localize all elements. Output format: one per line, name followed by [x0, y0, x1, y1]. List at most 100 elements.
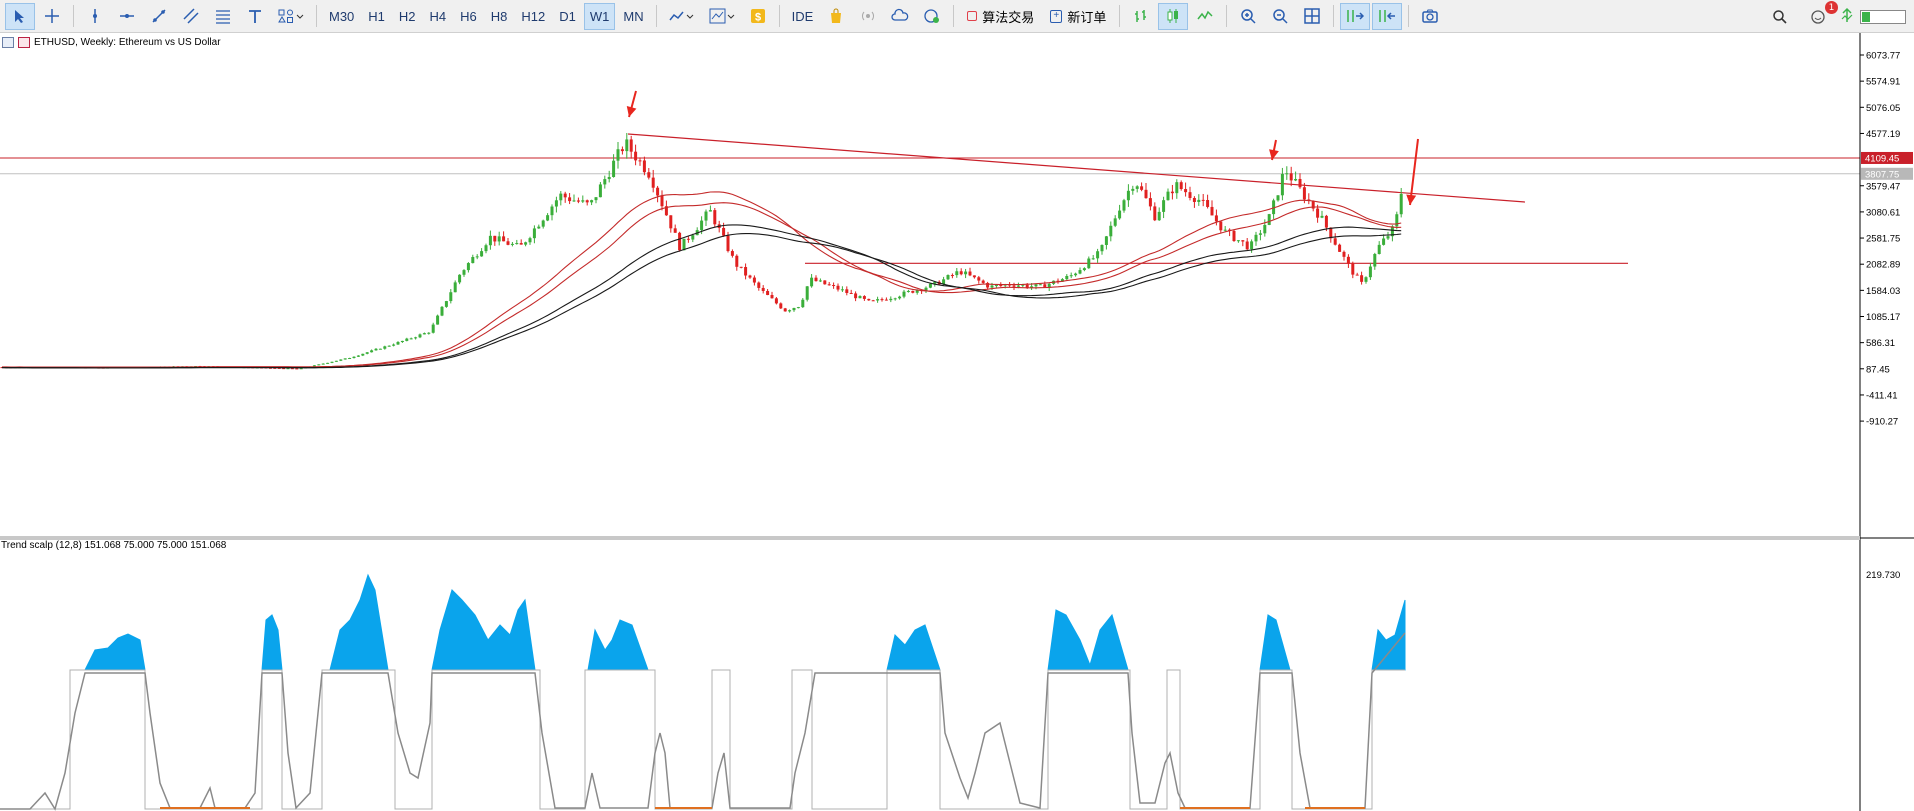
candle-body — [656, 187, 660, 196]
current-price-label: 3807.75 — [1865, 169, 1899, 180]
candle-body — [581, 200, 585, 202]
candle-body — [814, 277, 818, 282]
chart-shift-icon[interactable] — [1372, 2, 1403, 30]
channel-icon[interactable] — [176, 3, 206, 30]
horizontal-line-icon[interactable] — [112, 3, 142, 30]
candle-body — [590, 200, 594, 203]
indicator-histogram-area — [261, 614, 283, 671]
signal-icon[interactable] — [853, 3, 883, 30]
candle-body — [981, 280, 985, 283]
candle-body — [1091, 258, 1095, 260]
candle-body — [810, 277, 814, 287]
screenshot-icon[interactable] — [1415, 3, 1445, 30]
candle-body — [1316, 208, 1320, 218]
candle-body — [708, 210, 712, 212]
algo-trading-button[interactable]: 算法交易 — [960, 3, 1041, 30]
candle-body — [902, 291, 906, 297]
timeframe-w1[interactable]: W1 — [583, 2, 616, 30]
cursor-icon[interactable] — [5, 2, 35, 30]
price-chart-canvas[interactable]: 6073.77 5574.91 5076.05 4577.19 3579.47 3080.… — [0, 33, 1914, 811]
trendline-icon[interactable] — [144, 3, 174, 30]
candlestick-icon[interactable] — [1158, 2, 1189, 30]
chart-properties-icon[interactable] — [18, 37, 30, 48]
new-order-button[interactable]: + 新订单 — [1043, 3, 1113, 30]
candle-body — [563, 193, 567, 198]
candle-body — [898, 296, 902, 299]
candle-body — [317, 364, 321, 366]
candle-body — [383, 346, 387, 349]
timeframe-h8[interactable]: H8 — [485, 3, 514, 30]
vps-globe-icon[interactable] — [917, 3, 947, 30]
candle-body — [1342, 251, 1346, 257]
candle-body — [550, 206, 554, 216]
candle-body — [629, 139, 633, 152]
chart-window[interactable]: 6073.77 5574.91 5076.05 4577.19 3579.47 3080.… — [0, 33, 1914, 811]
candle-body — [616, 149, 620, 161]
candle-body — [1364, 277, 1368, 282]
price-label: 87.45 — [1866, 364, 1890, 375]
candle-body — [546, 215, 550, 221]
zoom-out-icon[interactable] — [1265, 3, 1295, 30]
autoscroll-icon[interactable] — [1340, 2, 1371, 30]
candle-body — [1126, 190, 1130, 201]
crosshair-icon[interactable] — [37, 3, 67, 30]
candle-body — [849, 292, 853, 294]
candle-body — [642, 160, 646, 173]
timeframe-h4[interactable]: H4 — [424, 3, 453, 30]
timeframe-mn[interactable]: MN — [617, 3, 649, 30]
notifications-icon[interactable]: 1 — [1803, 1, 1838, 30]
candle-body — [1148, 198, 1152, 207]
market-bag-icon[interactable] — [821, 3, 851, 30]
timeframe-d1[interactable]: D1 — [553, 3, 582, 30]
dollar-icon[interactable]: $ — [743, 3, 773, 30]
timeframe-h2[interactable]: H2 — [393, 3, 422, 30]
candle-body — [1104, 236, 1108, 245]
candle-body — [414, 337, 418, 339]
notification-badge: 1 — [1825, 1, 1838, 14]
candle-body — [1219, 221, 1223, 231]
cloud-icon[interactable] — [885, 3, 915, 30]
tile-windows-icon[interactable] — [1297, 3, 1327, 30]
indicators-icon[interactable] — [703, 3, 741, 30]
candle-body — [1025, 284, 1029, 288]
candle-body — [444, 301, 448, 307]
candle-body — [497, 236, 501, 242]
new-order-label: 新订单 — [1067, 9, 1107, 25]
ide-button[interactable]: IDE — [786, 3, 820, 30]
candle-body — [1267, 214, 1271, 225]
candle-body — [871, 300, 875, 302]
chart-type-icon[interactable] — [663, 3, 701, 30]
candle-body — [334, 360, 338, 362]
candle-body — [660, 195, 664, 207]
candle-body — [950, 275, 954, 277]
search-icon[interactable] — [1765, 3, 1795, 30]
timeframe-h1[interactable]: H1 — [362, 3, 391, 30]
line-chart-icon[interactable] — [1190, 3, 1220, 30]
shapes-icon[interactable] — [272, 3, 310, 30]
candle-body — [968, 271, 972, 276]
vertical-line-icon[interactable] — [80, 3, 110, 30]
chart-menu-icon[interactable] — [2, 37, 14, 48]
indicator-title: Trend scalp (12,8) 151.068 75.000 75.000… — [1, 540, 227, 551]
timeframe-h12[interactable]: H12 — [515, 3, 551, 30]
candle-body — [537, 226, 541, 229]
zoom-in-icon[interactable] — [1233, 3, 1263, 30]
price-label: 4577.19 — [1866, 129, 1900, 140]
bar-chart-icon[interactable] — [1126, 3, 1156, 30]
candle-body — [506, 241, 510, 245]
candle-body — [1016, 285, 1020, 287]
indicator-histogram-area — [1259, 614, 1291, 671]
price-label: 2581.75 — [1866, 234, 1900, 245]
price-label: -910.27 — [1866, 417, 1898, 428]
candle-body — [647, 172, 651, 178]
text-tool-icon[interactable] — [240, 3, 270, 30]
candle-body — [836, 285, 840, 290]
candle-body — [1250, 241, 1254, 250]
timeframe-h6[interactable]: H6 — [454, 3, 483, 30]
candle-body — [678, 232, 682, 251]
price-label: 2082.89 — [1866, 260, 1900, 271]
fibonacci-icon[interactable] — [208, 3, 238, 30]
candle-body — [299, 368, 303, 370]
timeframe-m30[interactable]: M30 — [323, 3, 360, 30]
candle-body — [576, 200, 580, 202]
